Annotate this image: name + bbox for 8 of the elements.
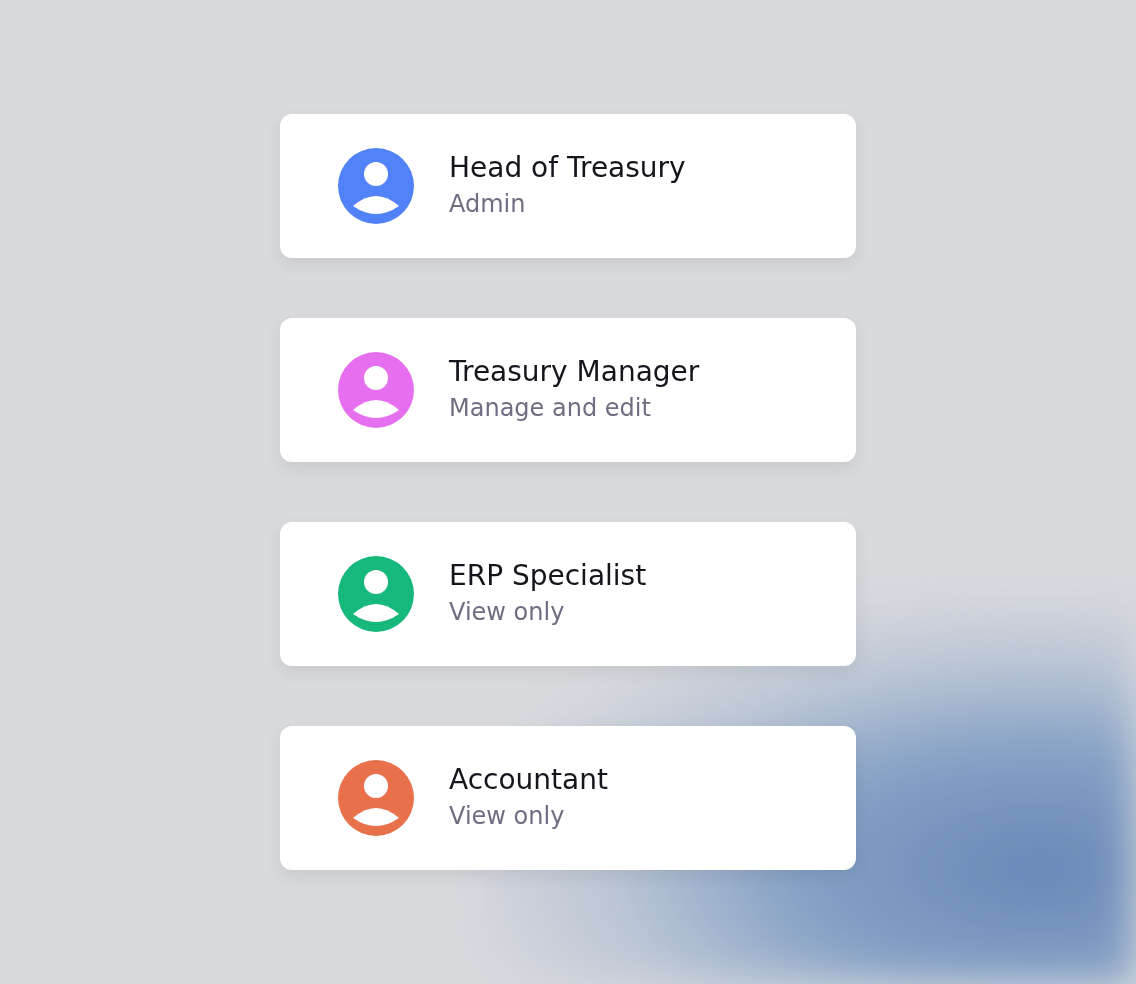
permission-label: Admin bbox=[449, 189, 527, 218]
user-title: Head of Treasury bbox=[449, 150, 686, 184]
permission-label: View only bbox=[449, 801, 566, 830]
permission-label: Manage and edit bbox=[449, 393, 652, 422]
permission-label: View only bbox=[449, 597, 566, 626]
user-title: ERP Specialist bbox=[449, 558, 647, 592]
user-title: Accountant bbox=[449, 762, 608, 796]
user-title: Treasury Manager bbox=[449, 354, 700, 388]
